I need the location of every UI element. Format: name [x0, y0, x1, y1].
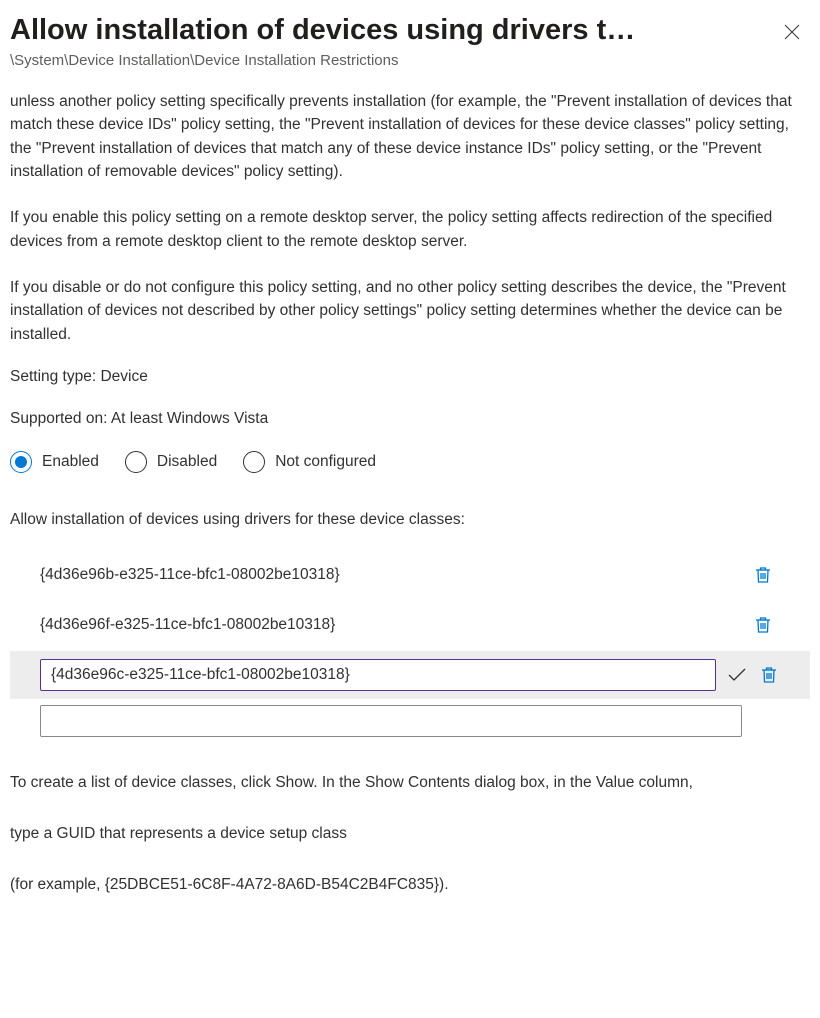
footer-text-1: To create a list of device classes, clic… — [10, 771, 810, 794]
trash-icon — [760, 666, 778, 684]
list-item-value[interactable]: {4d36e96b-e325-11ce-bfc1-08002be10318} — [40, 558, 742, 592]
supported-on: Supported on: At least Windows Vista — [10, 408, 810, 430]
list-item-value[interactable]: {4d36e96f-e325-11ce-bfc1-08002be10318} — [40, 608, 742, 642]
setting-type-value: Device — [100, 368, 147, 385]
radio-circle-icon — [10, 451, 32, 473]
supported-on-label: Supported on: — [10, 410, 111, 427]
footer-text-2: type a GUID that represents a device set… — [10, 822, 810, 845]
delete-button[interactable] — [752, 614, 774, 636]
breadcrumb: \System\Device Installation\Device Insta… — [10, 50, 810, 72]
device-class-list-label: Allow installation of devices using driv… — [10, 509, 810, 531]
radio-disabled-label: Disabled — [157, 451, 217, 473]
page-title: Allow installation of devices using driv… — [10, 12, 766, 48]
radio-enabled-label: Enabled — [42, 451, 99, 473]
delete-button[interactable] — [758, 664, 780, 686]
state-radio-group: Enabled Disabled Not configured — [10, 451, 810, 473]
radio-circle-icon — [125, 451, 147, 473]
trash-icon — [754, 616, 772, 634]
supported-on-value: At least Windows Vista — [111, 410, 268, 427]
confirm-button[interactable] — [726, 664, 748, 686]
radio-not-configured-label: Not configured — [275, 451, 376, 473]
radio-circle-icon — [243, 451, 265, 473]
radio-dot-icon — [15, 456, 27, 468]
radio-disabled[interactable]: Disabled — [125, 451, 217, 473]
device-class-new-input[interactable] — [40, 705, 742, 737]
radio-not-configured[interactable]: Not configured — [243, 451, 376, 473]
trash-icon — [754, 566, 772, 584]
device-class-input[interactable] — [40, 659, 716, 691]
policy-description: unless another policy setting specifical… — [10, 90, 810, 346]
footer-text-3: (for example, {25DBCE51-6C8F-4A72-8A6D-B… — [10, 873, 810, 896]
close-button[interactable] — [778, 18, 806, 46]
delete-button[interactable] — [752, 564, 774, 586]
list-item-new — [10, 699, 810, 743]
list-item: {4d36e96f-e325-11ce-bfc1-08002be10318} — [10, 600, 810, 650]
setting-type-label: Setting type: — [10, 368, 100, 385]
radio-enabled[interactable]: Enabled — [10, 451, 99, 473]
close-icon — [784, 24, 800, 40]
list-item-editing — [10, 651, 810, 699]
checkmark-icon — [728, 666, 746, 684]
list-item: {4d36e96b-e325-11ce-bfc1-08002be10318} — [10, 550, 810, 600]
setting-type: Setting type: Device — [10, 366, 810, 388]
